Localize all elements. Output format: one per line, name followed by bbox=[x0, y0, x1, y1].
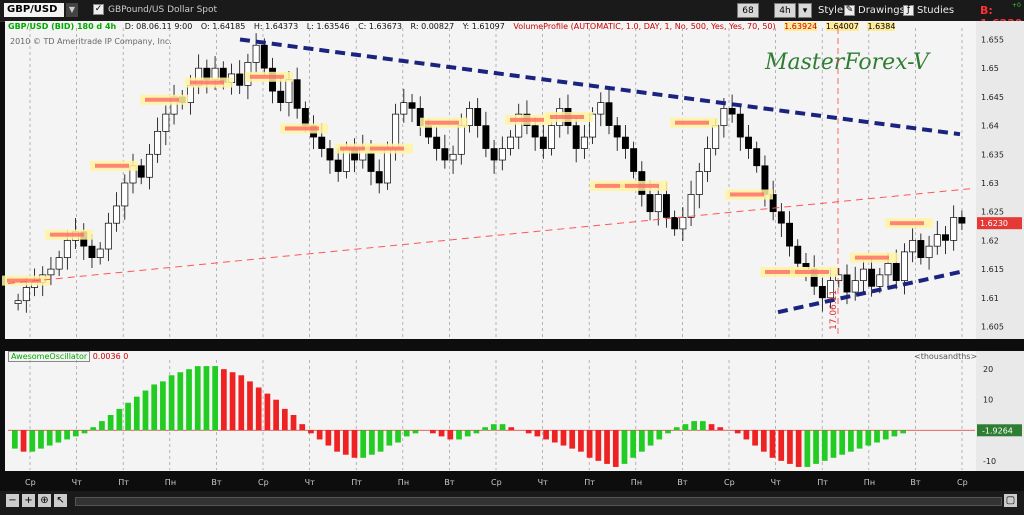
vp-value-3: 1.6384 bbox=[867, 22, 896, 31]
studies-menu[interactable]: Studies bbox=[917, 5, 954, 16]
info-open: O: 1.64185 bbox=[200, 22, 246, 31]
ohlc-info-bar: GBP/USD (BID) 180 d 4h D: 08.06.11 9:00 … bbox=[8, 22, 901, 34]
expand-icon[interactable]: ▢ bbox=[1004, 494, 1017, 507]
symbol-description: GBPound/US Dollar Spot bbox=[108, 5, 218, 15]
bottom-toolbar: − + ⊕ ↖ ▢ bbox=[0, 491, 1024, 515]
x-tick-label: Чт bbox=[305, 478, 315, 487]
x-tick-label: Вт bbox=[211, 478, 221, 487]
x-tick-label: Чт bbox=[538, 478, 548, 487]
style-menu[interactable]: Style bbox=[818, 5, 843, 16]
x-tick-label: Пн bbox=[398, 478, 409, 487]
oscillator-value: 0.0036 bbox=[92, 352, 121, 361]
symbol-dropdown-icon[interactable]: ▼ bbox=[66, 3, 78, 17]
oscillator-name: AwesomeOscillator bbox=[8, 351, 91, 362]
info-low: L: 1.63546 bbox=[306, 22, 350, 31]
top-toolbar: GBP/USD ▼ ✓ GBPound/US Dollar Spot 68 4h… bbox=[0, 0, 1024, 30]
watermark-logo: MasterForex-V bbox=[765, 50, 929, 75]
volume-profile-label: VolumeProfile (AUTOMATIC, 1.0, DAY, 1, N… bbox=[513, 22, 776, 31]
x-tick-label: Чт bbox=[72, 478, 82, 487]
x-tick-label: Пт bbox=[118, 478, 129, 487]
x-tick-label: Ср bbox=[258, 478, 269, 487]
zoom-out-icon[interactable]: − bbox=[6, 494, 19, 507]
oscillator-axis bbox=[976, 351, 1024, 471]
info-y: Y: 1.61097 bbox=[462, 22, 505, 31]
x-tick-label: Пн bbox=[864, 478, 875, 487]
info-close: C: 1.63673 bbox=[358, 22, 402, 31]
x-tick-label: Ср bbox=[724, 478, 735, 487]
timeframe-dropdown-icon[interactable]: ▾ bbox=[798, 3, 812, 18]
copyright-text: 2010 © TD Ameritrade IP Company, Inc. bbox=[10, 37, 172, 46]
x-tick-label: Вт bbox=[444, 478, 454, 487]
tick-change: +0 bbox=[1012, 2, 1021, 9]
price-axis bbox=[976, 21, 1024, 339]
oscillator-value-2: 0 bbox=[123, 352, 129, 361]
x-tick-label: Пт bbox=[584, 478, 595, 487]
zoom-reset-icon[interactable]: ⊕ bbox=[38, 494, 51, 507]
x-tick-label: Пт bbox=[817, 478, 828, 487]
bar-count-field[interactable]: 68 bbox=[737, 3, 759, 18]
chart-title: GBP/USD (BID) 180 d 4h bbox=[8, 22, 117, 31]
oscillator-units: <thousandths> bbox=[914, 352, 978, 361]
vp-value-1: 1.63924 bbox=[784, 22, 818, 31]
info-date: D: 08.06.11 9:00 bbox=[124, 22, 193, 31]
drawings-icon[interactable]: ✎ bbox=[844, 5, 855, 16]
oscillator-header: AwesomeOscillator 0.0036 0 bbox=[8, 351, 129, 362]
oscillator-panel[interactable] bbox=[5, 351, 976, 471]
x-tick-label: Пн bbox=[165, 478, 176, 487]
cursor-icon[interactable]: ↖ bbox=[54, 494, 67, 507]
x-tick-label: Чт bbox=[771, 478, 781, 487]
x-tick-label: Ср bbox=[25, 478, 36, 487]
symbol-input[interactable]: GBP/USD bbox=[4, 3, 64, 17]
zoom-in-icon[interactable]: + bbox=[22, 494, 35, 507]
info-high: H: 1.64373 bbox=[253, 22, 299, 31]
drawings-menu[interactable]: Drawings bbox=[858, 5, 905, 16]
x-tick-label: Пт bbox=[351, 478, 362, 487]
x-tick-label: Пн bbox=[631, 478, 642, 487]
x-tick-label: Вт bbox=[910, 478, 920, 487]
x-tick-label: Ср bbox=[491, 478, 502, 487]
info-range: R: 0.00827 bbox=[410, 22, 455, 31]
timeframe-button[interactable]: 4h bbox=[774, 3, 796, 18]
vp-value-2: 1.64007 bbox=[825, 22, 859, 31]
x-tick-label: Вт bbox=[677, 478, 687, 487]
x-tick-label: Ср bbox=[957, 478, 968, 487]
description-toggle-checkbox[interactable]: ✓ bbox=[93, 4, 104, 15]
horizontal-scrollbar[interactable] bbox=[75, 497, 1002, 506]
studies-icon[interactable]: ƒ bbox=[903, 5, 914, 16]
